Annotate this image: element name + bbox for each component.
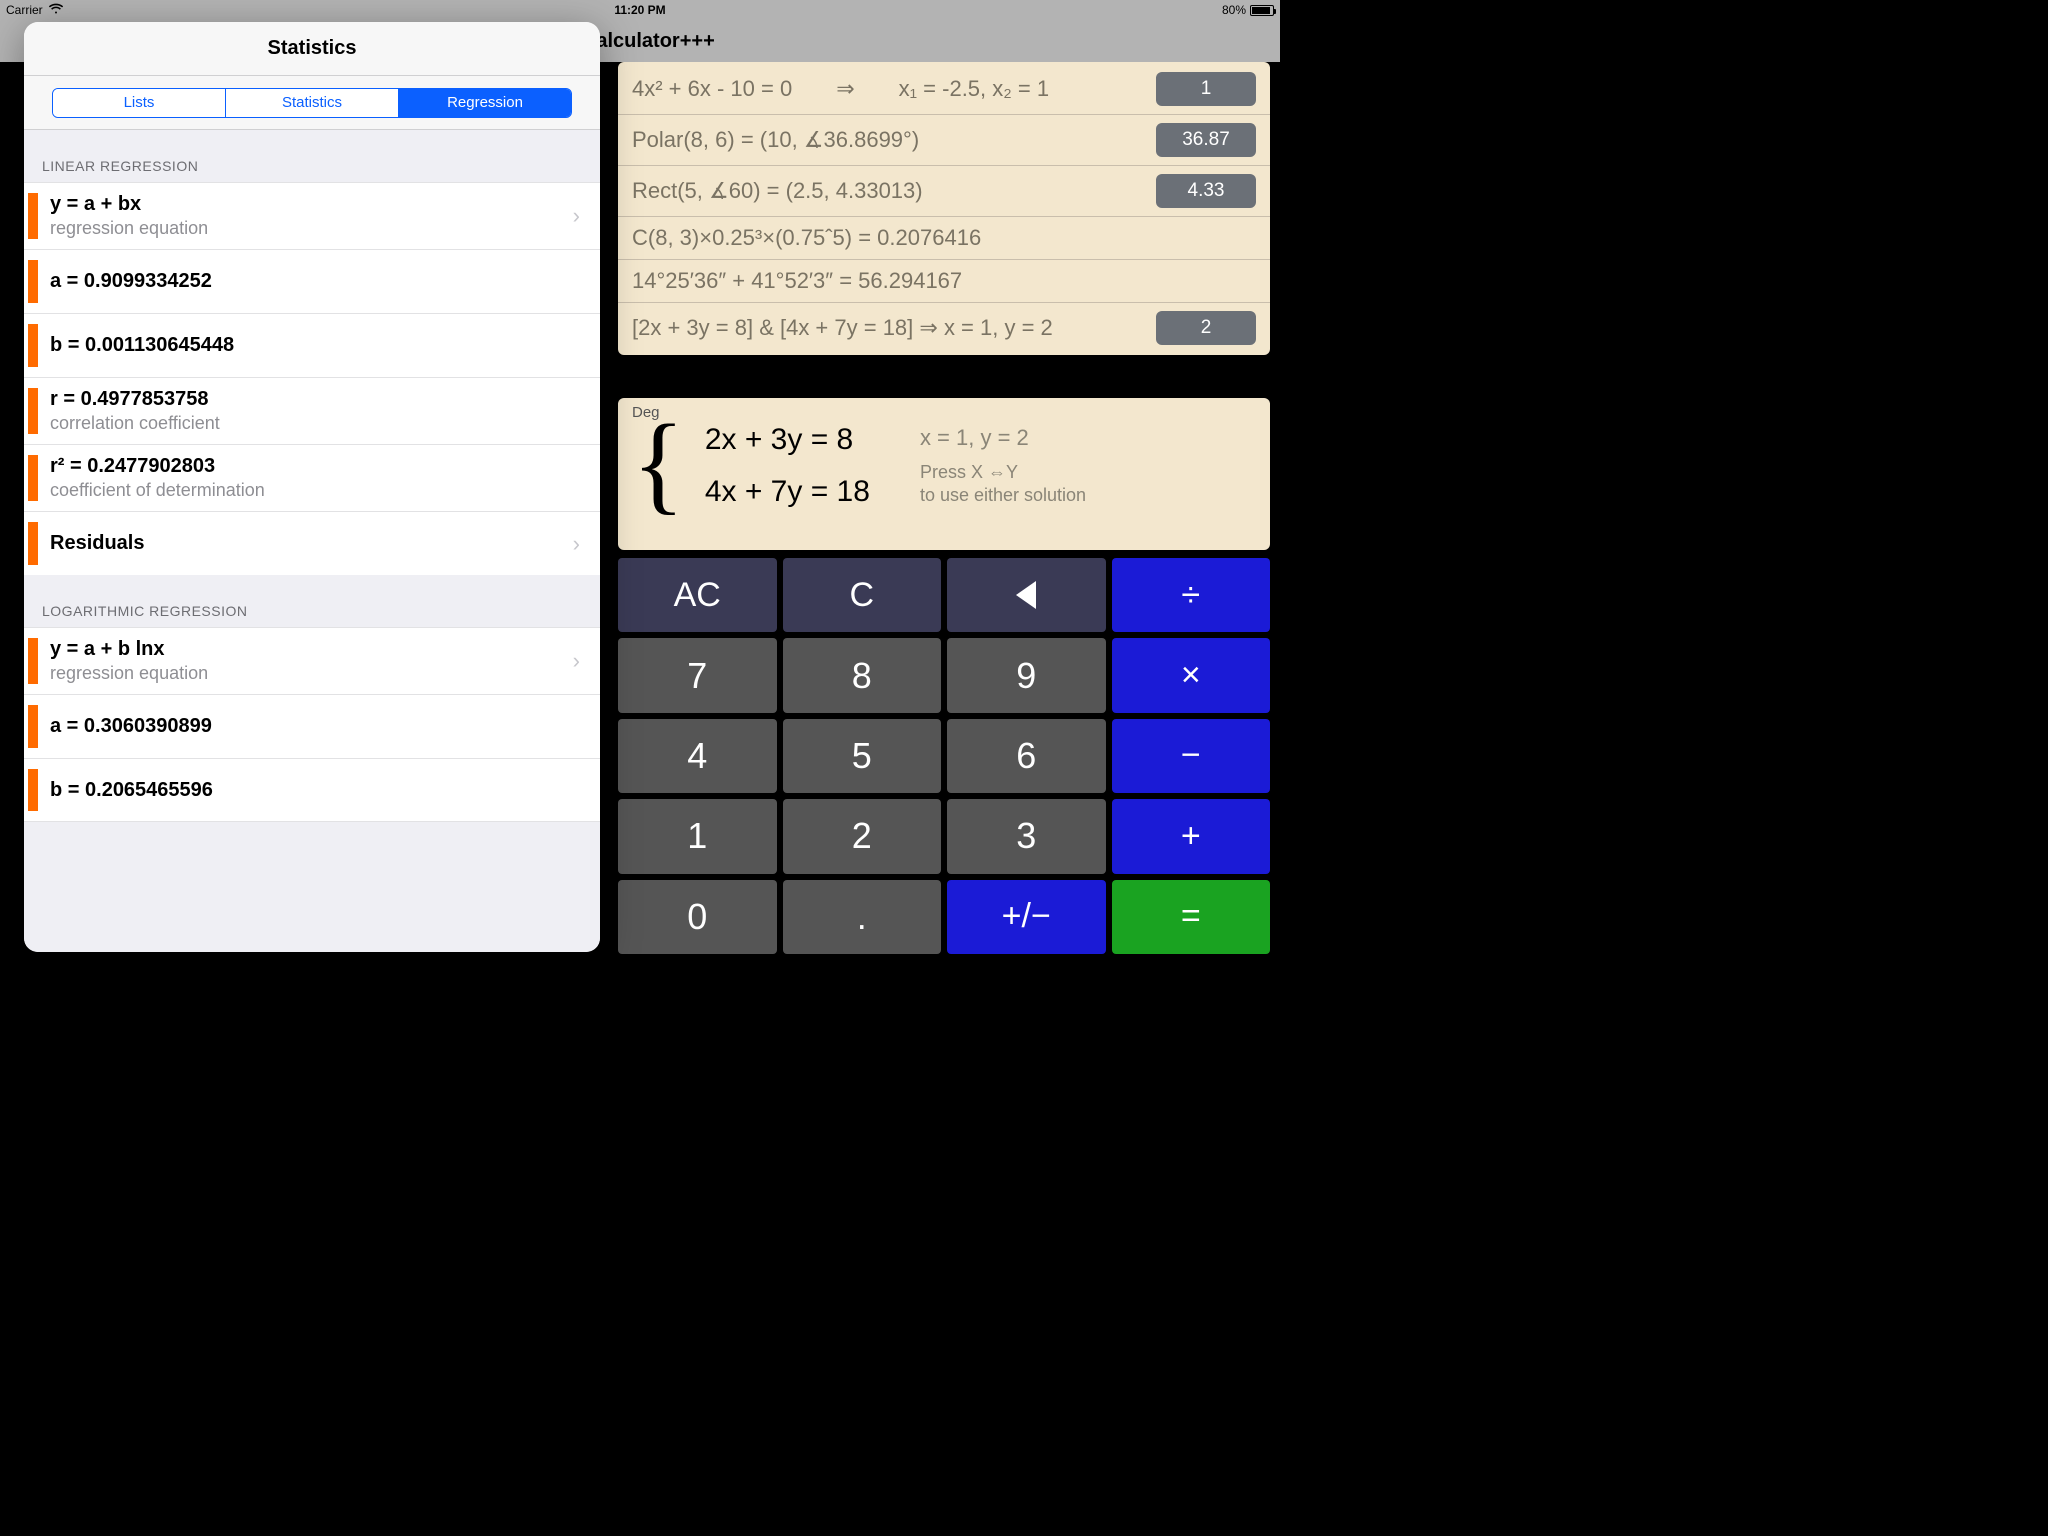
segment-regression[interactable]: Regression [398, 89, 571, 117]
segmented-control: Lists Statistics Regression [52, 88, 572, 118]
key-4[interactable]: 4 [618, 719, 777, 793]
statistics-popover: Statistics Lists Statistics Regression L… [24, 22, 600, 952]
history-expression: Rect(5, ∡60) = (2.5, 4.33013) [632, 178, 1146, 204]
cell-subtitle: regression equation [50, 218, 573, 239]
chevron-right-icon: › [573, 203, 580, 229]
history-badge[interactable]: 36.87 [1156, 123, 1256, 157]
key-plusminus[interactable]: +/− [947, 880, 1106, 954]
history-badge[interactable]: 1 [1156, 72, 1256, 106]
history-expression: 4x² + 6x - 10 = 0 ⇒ x₁ = -2.5, x₂ = 1 [632, 76, 1146, 102]
current-expression-panel: Deg { 2x + 3y = 8 4x + 7y = 18 x = 1, y … [618, 398, 1270, 550]
key-1[interactable]: 1 [618, 799, 777, 873]
key-minus[interactable]: − [1112, 719, 1271, 793]
color-stripe [28, 388, 38, 434]
chevron-right-icon: › [573, 648, 580, 674]
r-squared-row[interactable]: r² = 0.2477902803 coefficient of determi… [24, 444, 600, 511]
cell-title: b = 0.2065465596 [50, 779, 586, 802]
key-7[interactable]: 7 [618, 638, 777, 712]
backspace-icon [1016, 581, 1036, 609]
key-5[interactable]: 5 [783, 719, 942, 793]
clock-label: 11:20 PM [614, 3, 665, 17]
color-stripe [28, 705, 38, 748]
hint-line-2: to use either solution [920, 485, 1086, 505]
section-header-log: LOGARITHMIC REGRESSION [24, 575, 600, 627]
history-row[interactable]: [2x + 3y = 8] & [4x + 7y = 18] ⇒ x = 1, … [618, 303, 1270, 353]
key-multiply[interactable]: × [1112, 638, 1271, 712]
key-8[interactable]: 8 [783, 638, 942, 712]
segmented-control-bar: Lists Statistics Regression [24, 76, 600, 130]
segment-statistics[interactable]: Statistics [225, 89, 398, 117]
history-expression: 14°25′36″ + 41°52′3″ = 56.294167 [632, 268, 1256, 294]
key-backspace[interactable] [947, 558, 1106, 632]
key-2[interactable]: 2 [783, 799, 942, 873]
color-stripe [28, 324, 38, 367]
cell-subtitle: regression equation [50, 663, 573, 684]
key-c[interactable]: C [783, 558, 942, 632]
cell-title: y = a + b lnx [50, 638, 573, 661]
log-b-row[interactable]: b = 0.2065465596 [24, 758, 600, 822]
history-row[interactable]: Polar(8, 6) = (10, ∡36.8699°) 36.87 [618, 115, 1270, 166]
correlation-r-row[interactable]: r = 0.4977853758 correlation coefficient [24, 377, 600, 444]
history-badge[interactable]: 2 [1156, 311, 1256, 345]
carrier-label: Carrier [6, 3, 43, 17]
coefficient-b-row[interactable]: b = 0.001130645448 [24, 313, 600, 377]
color-stripe [28, 193, 38, 239]
popover-title: Statistics [24, 22, 600, 76]
hint-line-1: Press X ⇔Y [920, 462, 1018, 482]
history-row[interactable]: 14°25′36″ + 41°52′3″ = 56.294167 [618, 260, 1270, 303]
cell-title: Residuals [50, 532, 573, 555]
cell-title: r² = 0.2477902803 [50, 455, 586, 478]
popover-scroll[interactable]: LINEAR REGRESSION y = a + bx regression … [24, 130, 600, 952]
key-9[interactable]: 9 [947, 638, 1106, 712]
history-row[interactable]: Rect(5, ∡60) = (2.5, 4.33013) 4.33 [618, 166, 1270, 217]
angle-mode-label: Deg [632, 404, 1256, 421]
log-a-row[interactable]: a = 0.3060390899 [24, 694, 600, 758]
chevron-right-icon: › [573, 531, 580, 557]
coefficient-a-row[interactable]: a = 0.9099334252 [24, 249, 600, 313]
key-plus[interactable]: + [1112, 799, 1271, 873]
battery-percent: 80% [1222, 3, 1246, 17]
keypad: AC C ÷ 7 8 9 × 4 5 6 − 1 2 3 + 0 . +/− = [618, 558, 1270, 954]
key-divide[interactable]: ÷ [1112, 558, 1271, 632]
equation-1: 2x + 3y = 8 [705, 423, 870, 457]
regression-equation-row[interactable]: y = a + bx regression equation › [24, 182, 600, 249]
history-panel: 4x² + 6x - 10 = 0 ⇒ x₁ = -2.5, x₂ = 1 1 … [618, 62, 1270, 355]
color-stripe [28, 455, 38, 501]
key-0[interactable]: 0 [618, 880, 777, 954]
cell-subtitle: coefficient of determination [50, 480, 586, 501]
cell-subtitle: correlation coefficient [50, 413, 586, 434]
key-ac[interactable]: AC [618, 558, 777, 632]
history-expression: C(8, 3)×0.25³×(0.75ˆ5) = 0.2076416 [632, 225, 1256, 251]
segment-lists[interactable]: Lists [53, 89, 225, 117]
history-row[interactable]: C(8, 3)×0.25³×(0.75ˆ5) = 0.2076416 [618, 217, 1270, 260]
log-equation-row[interactable]: y = a + b lnx regression equation › [24, 627, 600, 694]
cell-title: b = 0.001130645448 [50, 334, 586, 357]
brace-icon: { [632, 419, 685, 507]
key-equals[interactable]: = [1112, 880, 1271, 954]
cell-title: a = 0.9099334252 [50, 270, 586, 293]
key-decimal[interactable]: . [783, 880, 942, 954]
residuals-row[interactable]: Residuals › [24, 511, 600, 575]
wifi-icon [49, 3, 63, 17]
solution-label: x = 1, y = 2 [920, 425, 1086, 451]
color-stripe [28, 769, 38, 811]
history-expression: [2x + 3y = 8] & [4x + 7y = 18] ⇒ x = 1, … [632, 315, 1146, 341]
section-header-linear: LINEAR REGRESSION [24, 130, 600, 182]
equation-2: 4x + 7y = 18 [705, 475, 870, 509]
color-stripe [28, 522, 38, 565]
key-3[interactable]: 3 [947, 799, 1106, 873]
key-6[interactable]: 6 [947, 719, 1106, 793]
history-expression: Polar(8, 6) = (10, ∡36.8699°) [632, 127, 1146, 153]
color-stripe [28, 638, 38, 684]
cell-title: r = 0.4977853758 [50, 388, 586, 411]
cell-title: y = a + bx [50, 193, 573, 216]
color-stripe [28, 260, 38, 303]
history-row[interactable]: 4x² + 6x - 10 = 0 ⇒ x₁ = -2.5, x₂ = 1 1 [618, 64, 1270, 115]
battery-icon [1250, 5, 1274, 16]
cell-title: a = 0.3060390899 [50, 715, 586, 738]
status-bar: Carrier 11:20 PM 80% [0, 0, 1280, 20]
history-badge[interactable]: 4.33 [1156, 174, 1256, 208]
